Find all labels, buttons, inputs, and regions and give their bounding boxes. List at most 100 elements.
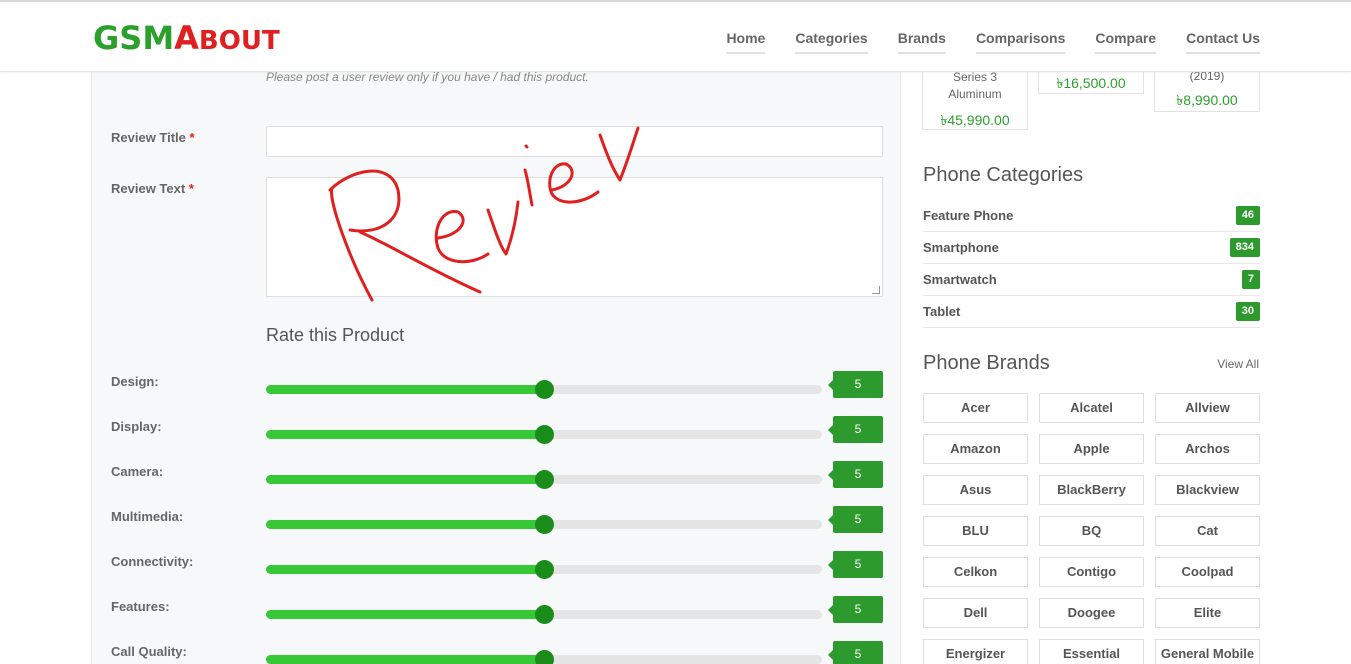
rating-label: Camera: <box>111 464 164 479</box>
nav-categories[interactable]: Categories <box>795 30 868 54</box>
rating-value-badge: 5 <box>828 371 883 398</box>
rating-slider[interactable] <box>266 605 822 624</box>
nav-home[interactable]: Home <box>726 30 766 54</box>
rating-label: Design: <box>111 374 159 389</box>
rating-value-badge: 5 <box>828 416 883 443</box>
logo-text-gsm: GSM <box>93 19 175 57</box>
phone-brands-title: Phone Brands <box>923 352 1050 374</box>
brand-button[interactable]: Cat <box>1155 516 1260 546</box>
category-name: Smartphone <box>923 240 999 255</box>
brand-button[interactable]: Energizer <box>923 639 1028 664</box>
brand-button[interactable]: Asus <box>923 475 1028 505</box>
review-title-label-text: Review Title <box>111 130 186 145</box>
rating-slider-fill <box>266 385 544 394</box>
rating-slider-handle[interactable] <box>535 425 554 444</box>
view-all-brands-link[interactable]: View All <box>1217 357 1259 371</box>
rating-slider-handle[interactable] <box>535 560 554 579</box>
brand-button[interactable]: Elite <box>1155 598 1260 628</box>
brand-button[interactable]: Apple <box>1039 434 1144 464</box>
rating-slider[interactable] <box>266 560 822 579</box>
brand-button[interactable]: Amazon <box>923 434 1028 464</box>
rating-slider-fill <box>266 655 544 664</box>
category-item[interactable]: Feature Phone 46 <box>923 200 1260 232</box>
category-item[interactable]: Smartwatch 7 <box>923 264 1260 296</box>
rating-row: Design: 5 <box>92 371 902 404</box>
brand-button[interactable]: Dell <box>923 598 1028 628</box>
category-name: Tablet <box>923 304 961 319</box>
rating-label: Connectivity: <box>111 554 194 569</box>
product-price: ৳45,990.00 <box>940 112 1010 128</box>
brand-button[interactable]: BQ <box>1039 516 1144 546</box>
category-list: Feature Phone 46 Smartphone 834 Smartwat… <box>923 200 1260 328</box>
brand-button[interactable]: Essential <box>1039 639 1144 664</box>
brand-button[interactable]: Blackview <box>1155 475 1260 505</box>
rating-label: Call Quality: <box>111 644 187 659</box>
brand-button[interactable]: Acer <box>923 393 1028 423</box>
rating-slider-handle[interactable] <box>535 380 554 399</box>
rating-row: Display: 5 <box>92 416 902 449</box>
rating-slider-fill <box>266 565 544 574</box>
rating-slider[interactable] <box>266 515 822 534</box>
rating-slider-handle[interactable] <box>535 470 554 489</box>
category-count-badge: 30 <box>1235 302 1260 321</box>
nav-comparisons[interactable]: Comparisons <box>975 30 1066 54</box>
rating-slider-handle[interactable] <box>535 515 554 534</box>
brand-button[interactable]: Alcatel <box>1039 393 1144 423</box>
rating-row: Multimedia: 5 <box>92 506 902 539</box>
rating-slider-fill <box>266 520 544 529</box>
brand-button[interactable]: Allview <box>1155 393 1260 423</box>
rating-row: Camera: 5 <box>92 461 902 494</box>
resize-handle-icon[interactable] <box>872 286 880 294</box>
logo-text-bout: BOUT <box>198 26 280 56</box>
rating-value-badge: 5 <box>828 551 883 578</box>
rating-slider[interactable] <box>266 470 822 489</box>
required-mark: * <box>189 130 195 145</box>
required-mark: * <box>188 181 194 196</box>
brand-button[interactable]: BlackBerry <box>1039 475 1144 505</box>
rating-label: Multimedia: <box>111 509 184 524</box>
review-text-area[interactable] <box>266 177 883 297</box>
category-item[interactable]: Tablet 30 <box>923 296 1260 328</box>
rating-slider-fill <box>266 430 544 439</box>
rate-product-title: Rate this Product <box>266 325 405 345</box>
rating-value-badge: 5 <box>828 461 883 488</box>
review-title-label: Review Title * <box>111 130 195 145</box>
category-item[interactable]: Smartphone 834 <box>923 232 1260 264</box>
review-note: Please post a user review only if you ha… <box>266 70 589 84</box>
rating-slider-handle[interactable] <box>535 605 554 624</box>
brand-button[interactable]: General Mobile <box>1155 639 1260 664</box>
rating-value-badge: 5 <box>828 596 883 623</box>
review-text-label-text: Review Text <box>111 181 186 196</box>
brand-button[interactable]: Archos <box>1155 434 1260 464</box>
site-header: GSMABOUT Home Categories Brands Comparis… <box>0 0 1351 72</box>
rating-slider-fill <box>266 610 544 619</box>
rating-row: Call Quality: 5 <box>92 641 902 664</box>
brand-button[interactable]: Celkon <box>923 557 1028 587</box>
brand-button[interactable]: Contigo <box>1039 557 1144 587</box>
rating-row: Connectivity: 5 <box>92 551 902 584</box>
category-count-badge: 46 <box>1235 206 1260 225</box>
rating-row: Features: 5 <box>92 596 902 629</box>
nav-brands[interactable]: Brands <box>897 30 946 54</box>
category-name: Smartwatch <box>923 272 997 287</box>
product-price: ৳16,500.00 <box>1056 75 1126 91</box>
category-count-badge: 834 <box>1229 238 1260 257</box>
rating-value-badge: 5 <box>828 506 883 533</box>
review-title-input[interactable] <box>266 126 883 157</box>
site-logo[interactable]: GSMABOUT <box>93 18 280 61</box>
nav-contact-us[interactable]: Contact Us <box>1186 30 1260 54</box>
product-price: ৳8,990.00 <box>1176 92 1238 108</box>
rating-slider[interactable] <box>266 650 822 664</box>
nav-compare[interactable]: Compare <box>1095 30 1157 54</box>
rating-slider[interactable] <box>266 425 822 444</box>
main-nav: Home Categories Brands Comparisons Compa… <box>726 30 1260 54</box>
rating-slider-handle[interactable] <box>535 650 554 664</box>
brand-button[interactable]: BLU <box>923 516 1028 546</box>
brand-button[interactable]: Coolpad <box>1155 557 1260 587</box>
rating-label: Display: <box>111 419 162 434</box>
product-name-line-2: Aluminum <box>948 87 1002 101</box>
rating-slider[interactable] <box>266 380 822 399</box>
phone-categories-title: Phone Categories <box>923 164 1084 186</box>
rating-label: Features: <box>111 599 170 614</box>
brand-button[interactable]: Doogee <box>1039 598 1144 628</box>
